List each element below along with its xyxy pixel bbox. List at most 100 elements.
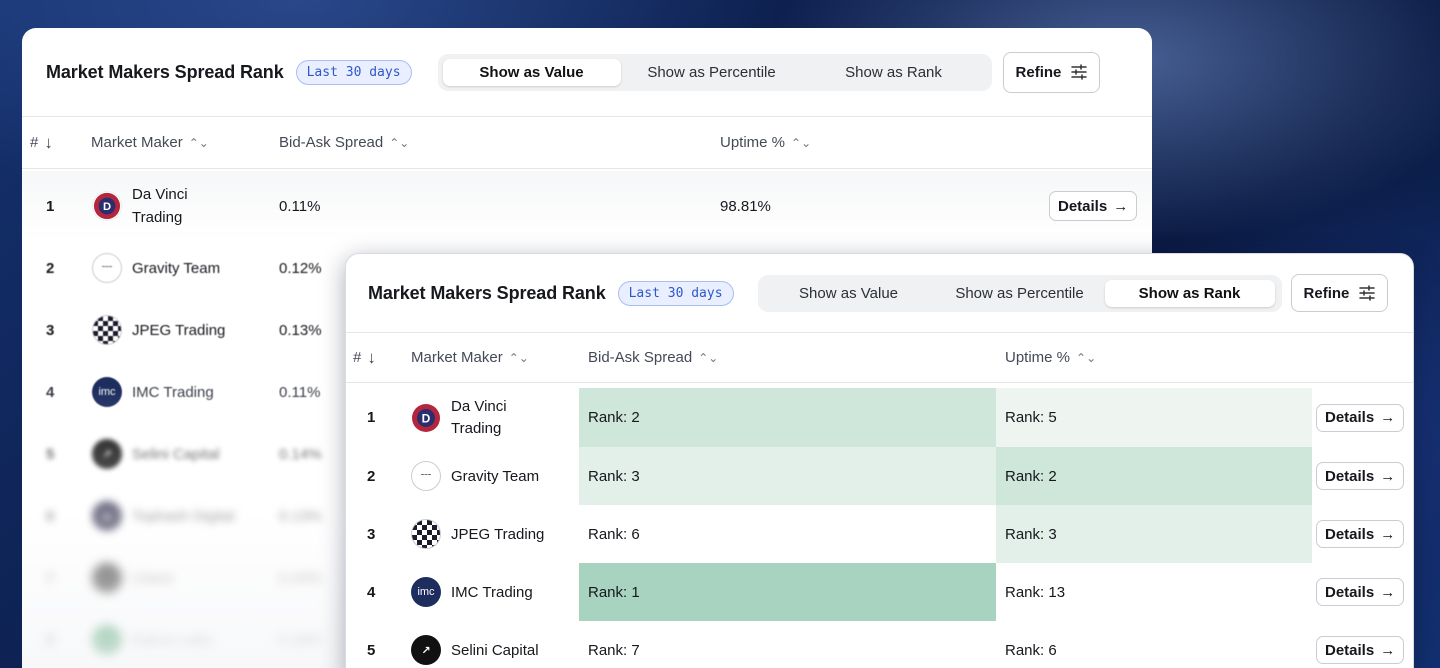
details-cell: Details →: [1316, 621, 1405, 668]
arrow-right-icon: →: [1113, 197, 1129, 215]
arrow-right-icon: →: [1380, 525, 1396, 543]
page-title: Market Makers Spread Rank: [368, 282, 606, 303]
market-maker-cell: ▲ Tophash Digital: [92, 485, 235, 547]
rank-cell: 8: [46, 631, 55, 649]
sliders-icon: [1071, 64, 1088, 80]
panel-header: Market Makers Spread Rank Last 30 days S…: [22, 28, 1152, 117]
spread-cell: 0.11%: [279, 383, 321, 401]
rank-cell: 7: [46, 569, 55, 587]
rank-cell: 4: [46, 383, 55, 401]
market-maker-name: Tophash Digital: [132, 507, 235, 525]
arrow-right-icon: →: [1380, 641, 1396, 659]
table-row: 5 ↗ Selini Capital Rank: 7 Rank: 6 Detai…: [346, 621, 1413, 668]
details-button[interactable]: Details →: [1316, 403, 1405, 432]
sort-icon: ⌃⌄: [791, 135, 812, 150]
period-badge[interactable]: Last 30 days: [295, 59, 412, 85]
details-label: Details: [1058, 197, 1108, 215]
spread-cell: Rank: 2: [579, 388, 996, 447]
jpeg-trading-logo-icon: [411, 519, 441, 549]
show-as-percentile-button[interactable]: Show as Percentile: [621, 59, 803, 86]
col-market-maker-label: Market Maker: [91, 134, 183, 151]
market-maker-name: Da Vinci Trading: [132, 186, 188, 226]
details-button[interactable]: Details →: [1049, 191, 1138, 221]
market-maker-cell: ~~~ Gravity Team: [92, 237, 220, 299]
details-label: Details: [1325, 641, 1375, 659]
details-cell: Details →: [1316, 447, 1405, 505]
table-row: 3 JPEG Trading Rank: 6 Rank: 3 Details →: [346, 505, 1413, 563]
rank-cell: 5: [46, 445, 55, 463]
show-as-rank-button[interactable]: Show as Rank: [803, 59, 985, 86]
spread-cell: 0.12%: [279, 259, 322, 277]
col-spread-header[interactable]: Bid-Ask Spread ⌃⌄: [588, 333, 718, 382]
spread-cell: Rank: 6: [579, 505, 996, 563]
rank-cell: 2: [46, 259, 55, 277]
market-maker-cell: ~~~ Gravity Team: [411, 447, 539, 505]
market-maker-cell: Lhava: [92, 547, 173, 609]
market-maker-name: IMC Trading: [451, 583, 533, 601]
col-rank-header[interactable]: # ↓: [30, 117, 53, 168]
details-label: Details: [1325, 583, 1375, 601]
uptime-cell: Rank: 3: [996, 505, 1312, 563]
market-maker-name: JPEG Trading: [451, 525, 545, 543]
details-cell: Details →: [1049, 171, 1138, 241]
tophash-logo-icon: ▲: [92, 501, 122, 531]
da-vinci-logo-icon: D: [92, 191, 122, 221]
svg-text:D: D: [422, 411, 431, 425]
table-header: # ↓ Market Maker ⌃⌄ Bid-Ask Spread ⌃⌄ Up…: [22, 117, 1152, 169]
details-button[interactable]: Details →: [1316, 636, 1405, 664]
sort-icon: ⌃⌄: [698, 350, 719, 365]
uptime-cell: Rank: 5: [996, 388, 1312, 447]
table-row: 4 imc IMC Trading Rank: 1 Rank: 13 Detai…: [346, 563, 1413, 621]
uptime-cell: Rank: 2: [996, 447, 1312, 505]
refine-button[interactable]: Refine: [1002, 51, 1101, 93]
page-title: Market Makers Spread Rank: [46, 61, 284, 82]
col-uptime-header[interactable]: Uptime % ⌃⌄: [720, 117, 811, 168]
arrow-right-icon: →: [1380, 467, 1396, 485]
details-label: Details: [1325, 525, 1375, 543]
market-maker-name: Kairon Labs: [132, 631, 213, 649]
rank-cell: 1: [46, 197, 55, 215]
jpeg-trading-logo-icon: [92, 315, 122, 345]
details-cell: Details →: [1316, 388, 1405, 447]
details-button[interactable]: Details →: [1316, 578, 1405, 606]
market-maker-name: Gravity Team: [451, 467, 540, 485]
col-spread-header[interactable]: Bid-Ask Spread ⌃⌄: [279, 117, 409, 168]
refine-button[interactable]: Refine: [1290, 274, 1389, 312]
panel-header: Market Makers Spread Rank Last 30 days S…: [346, 254, 1413, 333]
period-badge[interactable]: Last 30 days: [617, 280, 734, 306]
market-maker-cell: D Da Vinci Trading: [92, 171, 222, 241]
col-market-maker-header[interactable]: Market Maker ⌃⌄: [411, 333, 529, 382]
table-row: 1 D Da Vinci Trading 0.11% 98.81% Detail…: [22, 171, 1152, 241]
rank-cell: 5: [367, 641, 376, 659]
col-market-maker-label: Market Maker: [411, 349, 503, 366]
show-as-rank-button[interactable]: Show as Rank: [1104, 279, 1275, 307]
rank-cell: 6: [46, 507, 55, 525]
details-button[interactable]: Details →: [1316, 520, 1405, 548]
show-as-value-button[interactable]: Show as Value: [763, 280, 935, 307]
show-as-percentile-button[interactable]: Show as Percentile: [935, 280, 1105, 307]
arrow-right-icon: →: [1380, 409, 1396, 426]
selini-logo-icon: ↗: [92, 439, 122, 469]
da-vinci-logo-icon: D: [411, 403, 441, 433]
market-maker-cell: D Da Vinci Trading: [411, 388, 531, 447]
market-maker-cell: JPEG Trading: [411, 505, 544, 563]
show-as-value-button[interactable]: Show as Value: [442, 58, 621, 86]
details-cell: Details →: [1316, 563, 1405, 621]
spread-cell: 0.11%: [279, 197, 321, 215]
market-maker-cell: imc IMC Trading: [411, 563, 533, 621]
rank-cell: 3: [367, 525, 376, 543]
refine-label: Refine: [1015, 63, 1062, 81]
imc-logo-icon: imc: [411, 577, 441, 607]
details-label: Details: [1325, 409, 1375, 426]
market-maker-name: Da Vinci Trading: [451, 397, 507, 437]
col-spread-label: Bid-Ask Spread: [279, 134, 384, 151]
col-uptime-header[interactable]: Uptime % ⌃⌄: [1005, 333, 1096, 382]
col-market-maker-header[interactable]: Market Maker ⌃⌄: [91, 117, 209, 168]
view-toggle: Show as Value Show as Percentile Show as…: [757, 274, 1282, 312]
details-button[interactable]: Details →: [1316, 462, 1405, 490]
rank-cell: 2: [367, 467, 376, 485]
spread-cell: Rank: 7: [579, 621, 996, 668]
market-maker-cell: ↗ Selini Capital: [411, 621, 539, 668]
uptime-cell: Rank: 6: [996, 621, 1312, 668]
col-rank-header[interactable]: # ↓: [353, 333, 376, 382]
